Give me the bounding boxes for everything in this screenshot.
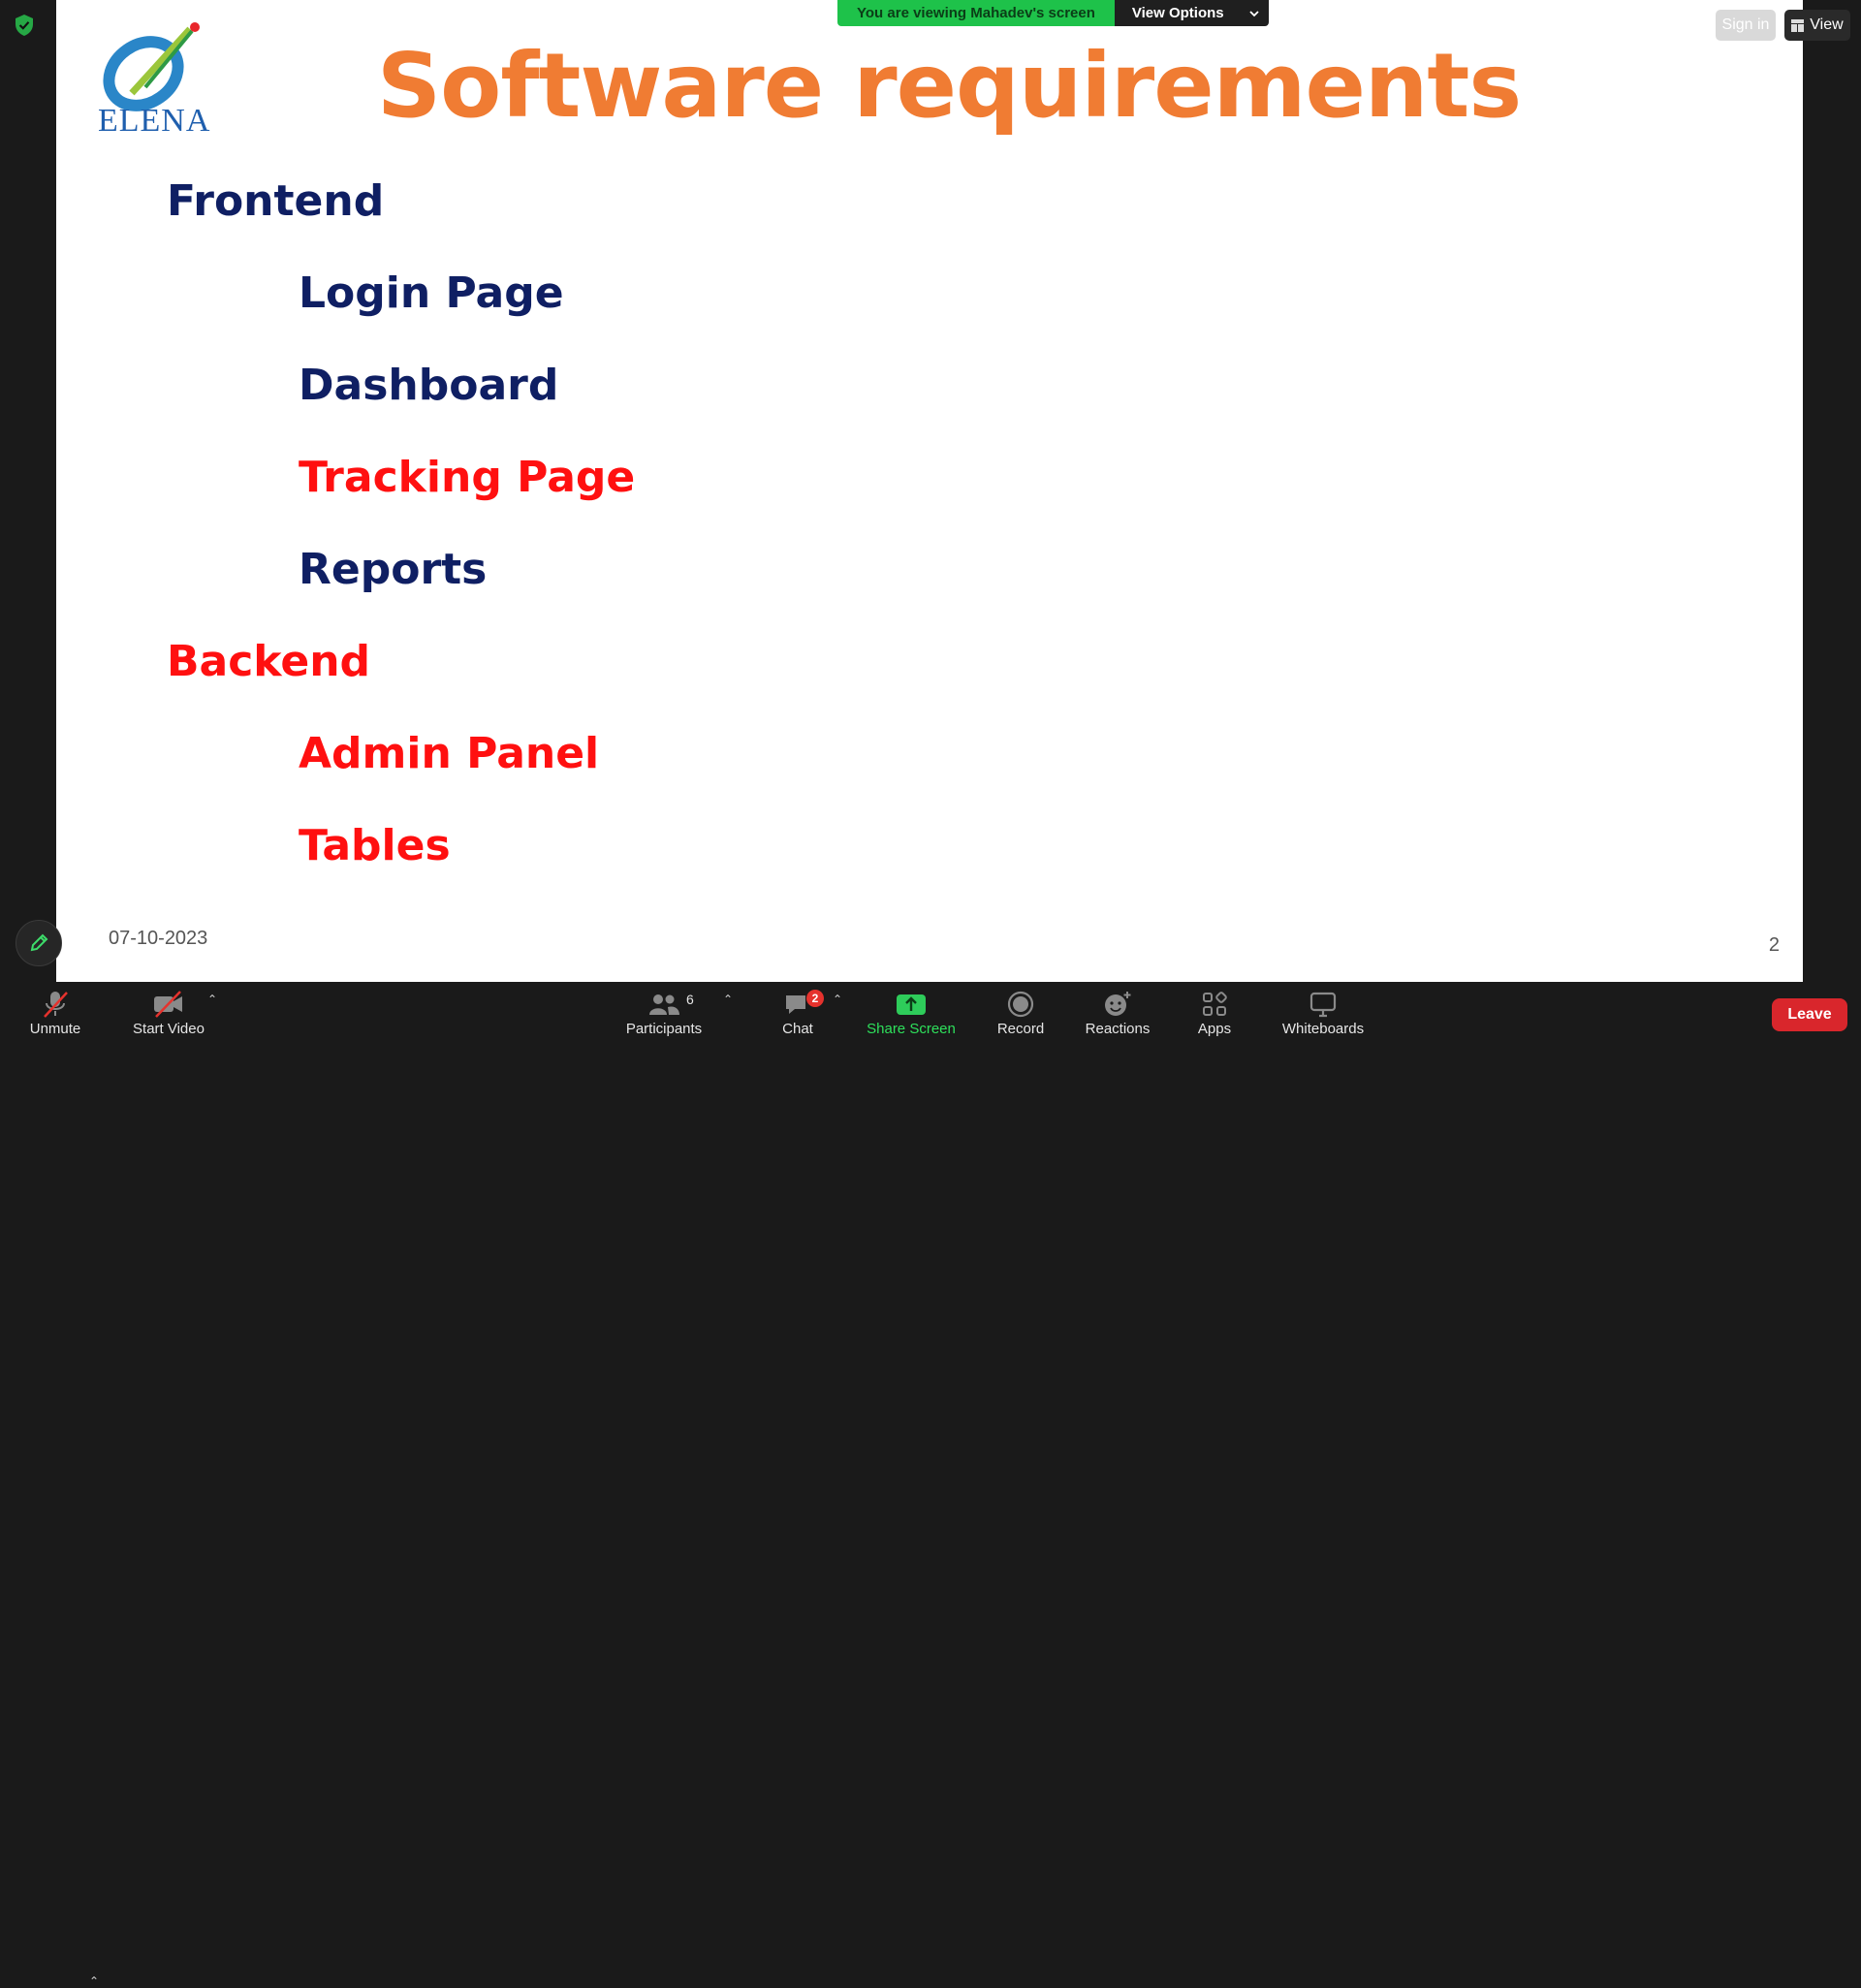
reactions-label: Reactions — [1085, 1021, 1151, 1037]
security-shield-icon[interactable] — [14, 14, 35, 37]
record-icon — [1007, 991, 1034, 1018]
apps-button[interactable]: Apps — [1190, 988, 1239, 1044]
video-options-caret-icon[interactable]: ⌃ — [205, 993, 219, 1006]
sign-in-button[interactable]: Sign in — [1716, 10, 1776, 41]
chat-unread-badge: 2 — [806, 990, 824, 1007]
view-button[interactable]: View — [1784, 10, 1850, 41]
item-login-page: Login Page — [299, 268, 564, 318]
viewing-status: You are viewing Mahadev's screen — [837, 0, 1115, 26]
chat-button[interactable]: 2 Chat — [773, 988, 824, 1044]
participants-options-caret-icon[interactable]: ⌃ — [721, 993, 735, 1006]
whiteboard-icon — [1309, 992, 1337, 1018]
annotate-button[interactable] — [16, 920, 62, 966]
item-frontend: Frontend — [167, 176, 385, 226]
screen-share-banner: You are viewing Mahadev's screen View Op… — [837, 0, 1269, 26]
view-options-button[interactable]: View Options — [1114, 0, 1269, 26]
video-camera-off-icon — [154, 991, 182, 1018]
chevron-down-icon — [1249, 10, 1259, 16]
record-button[interactable]: Record — [989, 988, 1053, 1044]
meeting-toolbar: Unmute ⌃ Start Video 6 Participants 2 Ch… — [0, 982, 1861, 1988]
unmute-label: Unmute — [29, 1021, 81, 1037]
item-backend: Backend — [167, 637, 371, 686]
audio-options-caret-icon[interactable]: ⌃ — [87, 1974, 101, 1988]
chat-options-caret-icon[interactable]: ⌃ — [831, 993, 844, 1006]
record-label: Record — [996, 1021, 1045, 1037]
slide-page-number: 2 — [1768, 934, 1780, 956]
apps-icon — [1203, 992, 1227, 1016]
leave-button[interactable]: Leave — [1772, 998, 1847, 1031]
participants-button[interactable]: 6 Participants — [622, 988, 706, 1044]
share-screen-button[interactable]: Share Screen — [865, 988, 958, 1044]
item-dashboard: Dashboard — [299, 361, 559, 410]
unmute-button[interactable]: Unmute — [21, 988, 89, 1044]
participants-icon — [649, 994, 679, 1015]
reactions-button[interactable]: Reactions — [1084, 988, 1151, 1044]
start-video-button[interactable]: Start Video — [124, 988, 213, 1044]
whiteboards-button[interactable]: Whiteboards — [1276, 988, 1371, 1044]
grid-view-icon — [1791, 18, 1805, 32]
participants-label: Participants — [625, 1021, 703, 1037]
share-screen-icon — [897, 994, 926, 1015]
slide-title: Software requirements — [376, 34, 1522, 138]
view-label: View — [1810, 16, 1844, 33]
item-tracking-page: Tracking Page — [299, 453, 636, 502]
pencil-icon — [30, 933, 48, 952]
item-tables: Tables — [299, 821, 451, 870]
microphone-muted-icon — [44, 992, 68, 1018]
apps-label: Apps — [1197, 1021, 1232, 1037]
whiteboards-label: Whiteboards — [1281, 1021, 1365, 1037]
participants-count: 6 — [686, 992, 694, 1007]
chat-label: Chat — [782, 1021, 813, 1037]
slide-date: 07-10-2023 — [109, 928, 208, 949]
item-reports: Reports — [299, 545, 488, 594]
item-admin-panel: Admin Panel — [299, 729, 600, 778]
shared-slide: ELENA Software requirements Frontend Log… — [56, 0, 1803, 982]
start-video-label: Start Video — [133, 1021, 205, 1037]
emoji-reaction-icon — [1105, 992, 1131, 1016]
share-screen-label: Share Screen — [867, 1021, 956, 1037]
view-options-label: View Options — [1131, 5, 1224, 21]
